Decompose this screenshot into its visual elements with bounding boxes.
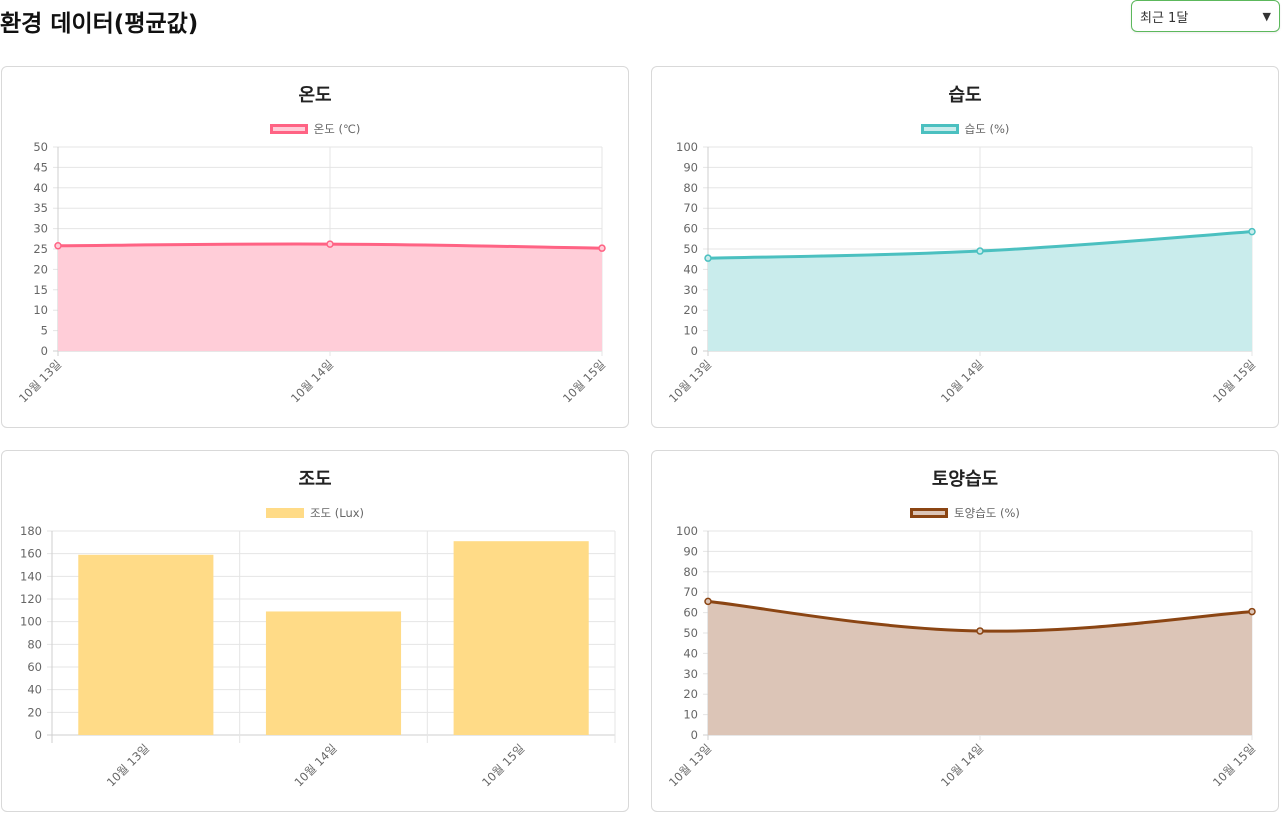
humidity-chart: 0 10 20 30 40 50 60 70 80 90 100 10월 13일 10월 14일 10월 … <box>666 140 1258 405</box>
data-point <box>1248 227 1256 236</box>
y-tick-label: 80 <box>683 565 698 579</box>
y-tick-label: 35 <box>33 201 48 215</box>
x-tick-label: 10월 13일 <box>666 741 714 789</box>
y-tick-label: 5 <box>41 324 48 338</box>
x-tick-label: 10월 13일 <box>666 357 714 405</box>
date-range-selected-value: 최근 1달 <box>1140 10 1189 26</box>
y-tick-label: 45 <box>33 160 48 174</box>
y-tick-label: 180 <box>20 524 42 538</box>
y-tick-label: 30 <box>683 667 698 681</box>
data-point <box>976 627 984 635</box>
y-tick-label: 80 <box>683 181 698 195</box>
humidity-chart-card: 습도 습도 (%) 0 10 20 30 40 50 60 70 80 90 100 10월 13일 1… <box>651 66 1279 428</box>
y-tick-label: 70 <box>683 585 698 599</box>
y-tick-label: 50 <box>683 626 698 640</box>
y-tick-label: 40 <box>27 683 42 697</box>
y-tick-label: 90 <box>683 160 698 174</box>
series-area <box>58 244 602 351</box>
y-tick-label: 160 <box>20 547 42 561</box>
data-point <box>704 254 712 262</box>
y-tick-label: 60 <box>27 660 42 674</box>
y-tick-label: 40 <box>683 262 698 276</box>
bar <box>265 611 402 735</box>
x-tick-label: 10월 13일 <box>16 357 64 405</box>
illuminance-chart-card: 조도 조도 (Lux) 0 20 40 60 80 100 120 140 160 180 10월 … <box>1 450 629 812</box>
y-tick-label: 25 <box>33 242 48 256</box>
soil-moisture-chart-card: 토양습도 토양습도 (%) 0 10 20 30 40 50 60 70 80 90 100 10월 … <box>651 450 1279 812</box>
x-tick-label: 10월 15일 <box>1210 357 1258 405</box>
x-tick-label: 10월 14일 <box>938 741 986 789</box>
data-point <box>54 241 62 250</box>
y-tick-label: 100 <box>676 524 698 538</box>
data-point <box>976 247 984 255</box>
y-tick-label: 40 <box>33 181 48 195</box>
x-tick-label: 10월 14일 <box>938 357 986 405</box>
x-tick-label: 10월 15일 <box>1210 741 1258 789</box>
y-tick-label: 100 <box>20 615 42 629</box>
data-point <box>598 244 606 252</box>
x-tick-label: 10월 14일 <box>288 357 336 405</box>
y-tick-label: 0 <box>35 728 42 742</box>
temperature-chart: 0 5 10 15 20 25 30 35 40 45 50 10월 13일 10월 14일 10월 15… <box>16 140 608 405</box>
chevron-down-icon: ▼ <box>1262 9 1271 23</box>
y-tick-label: 60 <box>683 606 698 620</box>
soil-moisture-chart: 0 10 20 30 40 50 60 70 80 90 100 10월 13일 10월 14일 10월 … <box>666 524 1258 789</box>
y-tick-label: 20 <box>27 705 42 719</box>
y-tick-label: 50 <box>33 140 48 154</box>
y-tick-label: 40 <box>683 646 698 660</box>
y-tick-label: 0 <box>691 344 698 358</box>
y-tick-label: 70 <box>683 201 698 215</box>
y-tick-label: 20 <box>33 262 48 276</box>
y-tick-label: 120 <box>20 592 42 606</box>
x-tick-label: 10월 15일 <box>479 741 527 789</box>
y-tick-label: 30 <box>33 222 48 236</box>
y-tick-label: 20 <box>683 303 698 317</box>
y-tick-label: 80 <box>27 637 42 651</box>
y-tick-label: 0 <box>691 728 698 742</box>
data-point <box>704 597 712 606</box>
illuminance-chart: 0 20 40 60 80 100 120 140 160 180 10월 13일 10월 14일 10… <box>20 524 616 789</box>
bar <box>78 554 214 735</box>
y-tick-label: 60 <box>683 222 698 236</box>
y-tick-label: 140 <box>20 569 42 583</box>
data-point <box>326 240 334 248</box>
page-title: 환경 데이터(평균값) <box>0 11 199 37</box>
y-tick-label: 50 <box>683 242 698 256</box>
date-range-select[interactable]: 최근 1달 ▼ <box>1131 0 1280 32</box>
y-tick-label: 30 <box>683 283 698 297</box>
y-tick-label: 90 <box>683 544 698 558</box>
x-tick-label: 10월 14일 <box>291 741 339 789</box>
y-tick-label: 15 <box>33 283 48 297</box>
data-point <box>1248 607 1256 616</box>
y-tick-label: 20 <box>683 687 698 701</box>
temperature-chart-card: 온도 온도 (℃) 0 5 10 15 20 25 30 35 40 45 50 10월 13일 10월… <box>1 66 629 428</box>
x-tick-label: 10월 15일 <box>560 357 608 405</box>
y-tick-label: 10 <box>683 324 698 338</box>
bar <box>453 541 589 735</box>
y-tick-label: 0 <box>41 344 48 358</box>
y-tick-label: 10 <box>683 708 698 722</box>
y-tick-label: 10 <box>33 303 48 317</box>
x-tick-label: 10월 13일 <box>104 741 152 789</box>
y-tick-label: 100 <box>676 140 698 154</box>
